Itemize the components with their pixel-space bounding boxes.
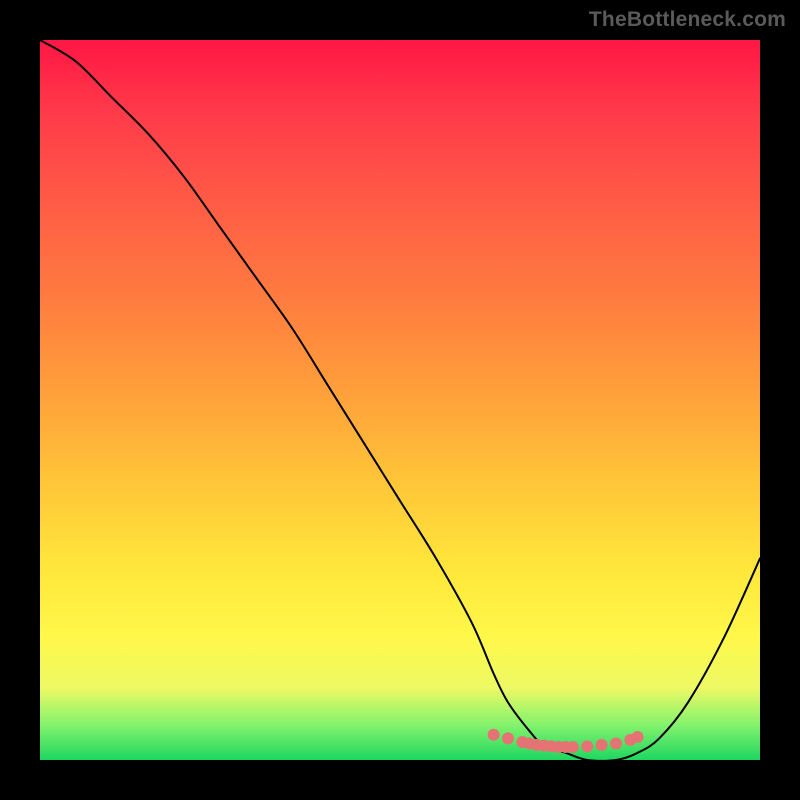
marker-dot: [610, 737, 622, 749]
marker-dot: [502, 732, 514, 744]
marker-dot: [581, 740, 593, 752]
marker-dot: [596, 739, 608, 751]
marker-dot: [632, 731, 644, 743]
chart-container: TheBottleneck.com: [0, 0, 800, 800]
plot-area: [40, 40, 760, 760]
watermark-text: TheBottleneck.com: [589, 8, 786, 32]
bottleneck-curve: [40, 40, 760, 760]
marker-dot: [567, 741, 579, 753]
chart-svg: [40, 40, 760, 760]
optimal-range-markers: [488, 729, 644, 753]
marker-dot: [488, 729, 500, 741]
